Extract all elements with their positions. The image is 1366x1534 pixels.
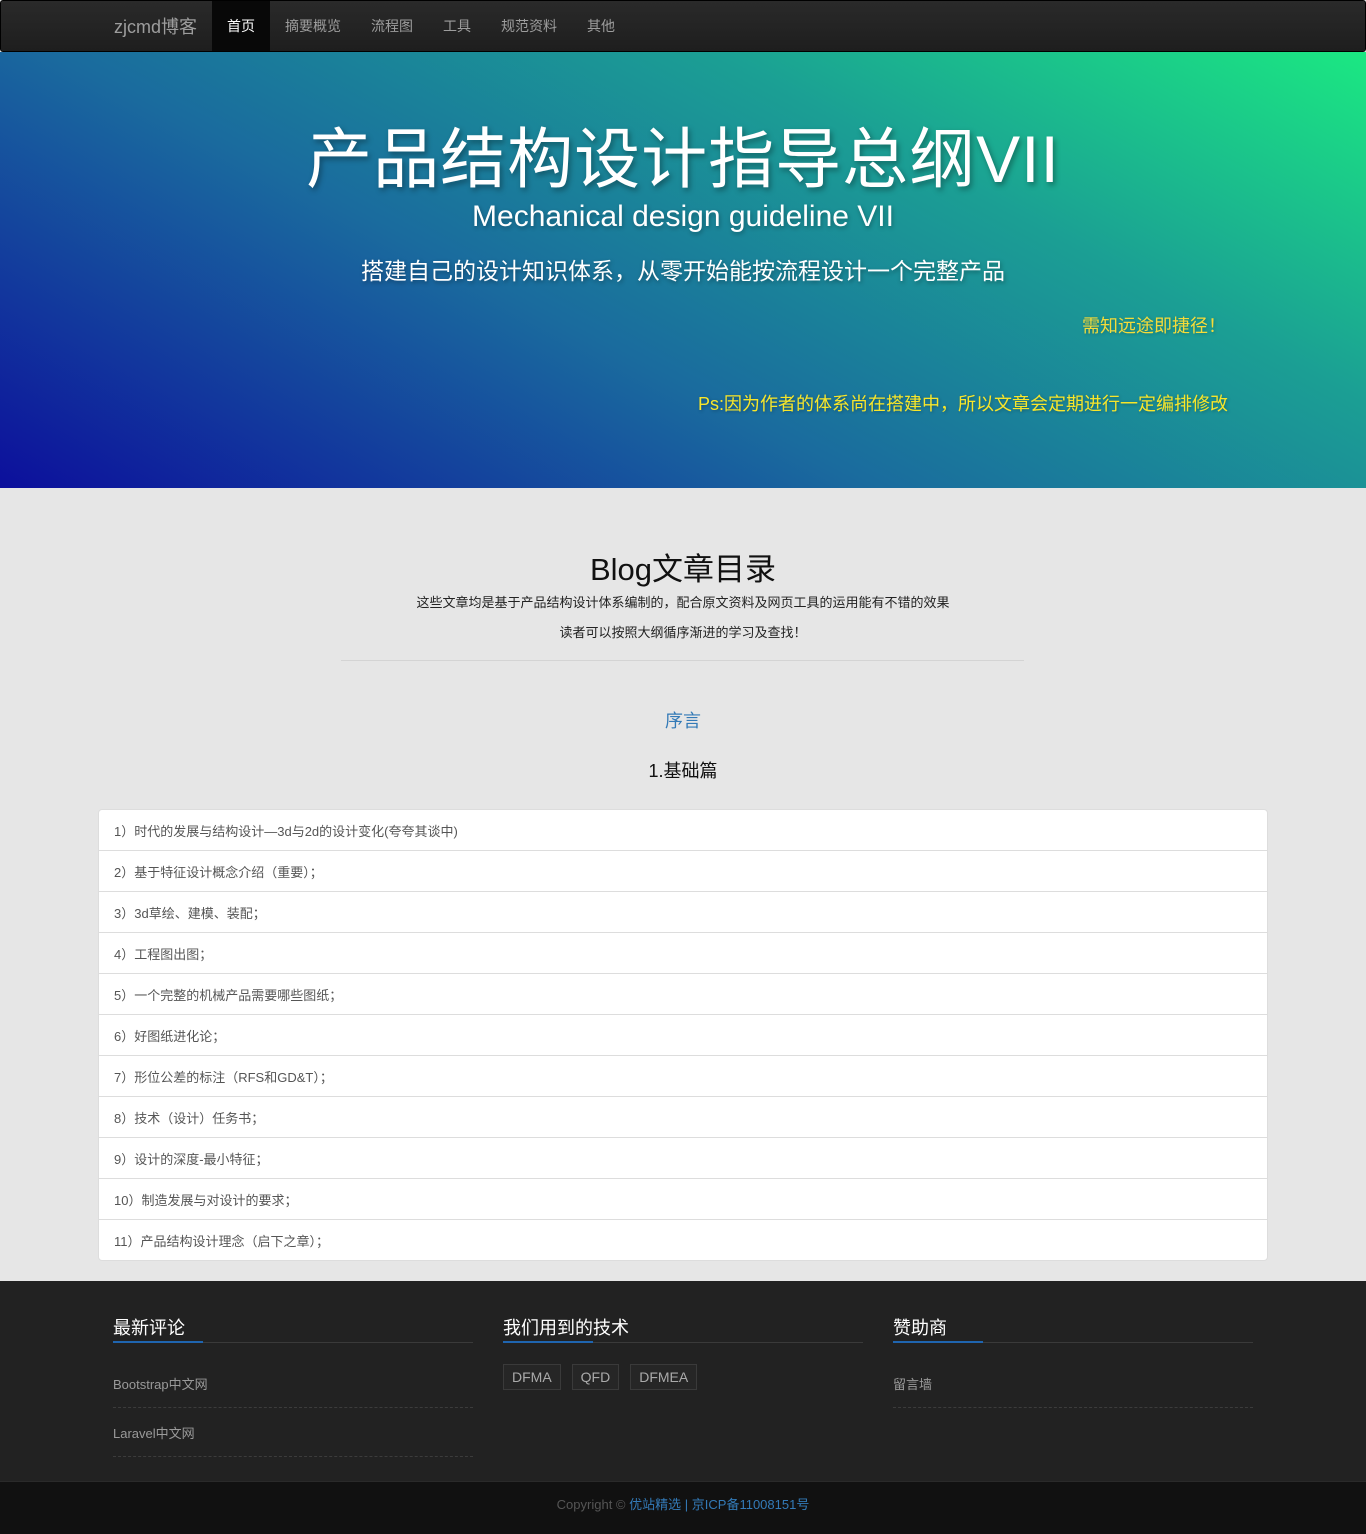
hero-title: 产品结构设计指导总纲VII: [306, 122, 1060, 196]
list-item[interactable]: 5）一个完整的机械产品需要哪些图纸；: [99, 973, 1267, 1014]
nav-item-flowchart[interactable]: 流程图: [356, 1, 428, 51]
list-item[interactable]: 7）形位公差的标注（RFS和GD&T）；: [99, 1055, 1267, 1096]
nav-item-tools[interactable]: 工具: [428, 1, 486, 51]
icp-link[interactable]: 京ICP备11008151号: [692, 1497, 810, 1512]
list-item[interactable]: 3）3d草绘、建模、装配；: [99, 891, 1267, 932]
footer-heading-sponsors: 赞助商: [893, 1318, 947, 1338]
nav-menu: zjcmd博客 首页 摘要概览 流程图 工具 规范资料 其他: [99, 1, 630, 51]
hero-motto: 需知远途即捷径！: [1082, 316, 1226, 336]
catalog-description-2: 读者可以按照大纲循序渐进的学习及查找！: [559, 625, 807, 640]
brand-link[interactable]: zjcmd博客: [99, 1, 212, 51]
nav-item-other[interactable]: 其他: [572, 1, 630, 51]
nav-item-specs[interactable]: 规范资料: [486, 1, 572, 51]
copyright-site-link[interactable]: 优站精选: [629, 1497, 681, 1512]
list-item[interactable]: 2）基于特征设计概念介绍（重要）；: [99, 850, 1267, 891]
copyright-text: Copyright ©: [556, 1497, 626, 1512]
hero-banner: 产品结构设计指导总纲VII Mechanical design guidelin…: [0, 52, 1366, 488]
list-item[interactable]: 10）制造发展与对设计的要求；: [99, 1178, 1267, 1219]
list-item[interactable]: 11）产品结构设计理念（启下之章）；: [99, 1219, 1267, 1260]
navbar: zjcmd博客 首页 摘要概览 流程图 工具 规范资料 其他: [0, 0, 1366, 52]
tag-dfma[interactable]: DFMA: [503, 1364, 561, 1390]
footer: 最新评论 Bootstrap中文网 Laravel中文网 我们用到的技术 DFM…: [0, 1281, 1366, 1481]
footer-heading-comments: 最新评论: [113, 1318, 185, 1338]
footer-underline-accent: [113, 1341, 203, 1343]
list-item[interactable]: 6）好图纸进化论；: [99, 1014, 1267, 1055]
hero-subtitle: Mechanical design guideline VII: [472, 200, 894, 233]
hero-tagline: 搭建自己的设计知识体系，从零开始能按流程设计一个完整产品: [361, 258, 1005, 284]
footer-heading-tech: 我们用到的技术: [503, 1318, 629, 1338]
list-item[interactable]: 1）时代的发展与结构设计—3d与2d的设计变化(夸夸其谈中): [99, 810, 1267, 850]
footer-underline-accent: [503, 1341, 593, 1343]
copyright-bar: Copyright © 优站精选 | 京ICP备11008151号: [0, 1481, 1366, 1534]
section-divider: [341, 660, 1024, 661]
catalog-description-1: 这些文章均是基于产品结构设计体系编制的，配合原文资料及网页工具的运用能有不错的效…: [416, 595, 950, 610]
footer-link-laravel[interactable]: Laravel中文网: [113, 1408, 473, 1457]
hero-note: Ps:因为作者的体系尚在搭建中，所以文章会定期进行一定编排修改: [697, 394, 1228, 414]
chapter-title: 1.基础篇: [648, 761, 718, 781]
tag-qfd[interactable]: QFD: [571, 1364, 620, 1390]
list-item[interactable]: 8）技术（设计）任务书；: [99, 1096, 1267, 1137]
tag-dfmea[interactable]: DFMEA: [630, 1364, 698, 1390]
preface-link[interactable]: 序言: [0, 707, 1366, 733]
nav-item-home[interactable]: 首页: [212, 1, 271, 51]
footer-underline-accent: [893, 1341, 983, 1343]
article-list: 1）时代的发展与结构设计—3d与2d的设计变化(夸夸其谈中) 2）基于特征设计概…: [98, 809, 1268, 1261]
list-item[interactable]: 4）工程图出图；: [99, 932, 1267, 973]
footer-link-bootstrap[interactable]: Bootstrap中文网: [113, 1359, 473, 1408]
copyright-separator: |: [684, 1497, 689, 1512]
catalog-title: Blog文章目录: [589, 552, 777, 587]
list-item[interactable]: 9）设计的深度-最小特征；: [99, 1137, 1267, 1178]
tech-tags: DFMA QFD DFMEA: [503, 1364, 698, 1390]
footer-link-guestbook[interactable]: 留言墙: [893, 1359, 1253, 1408]
nav-item-summary[interactable]: 摘要概览: [270, 1, 356, 51]
